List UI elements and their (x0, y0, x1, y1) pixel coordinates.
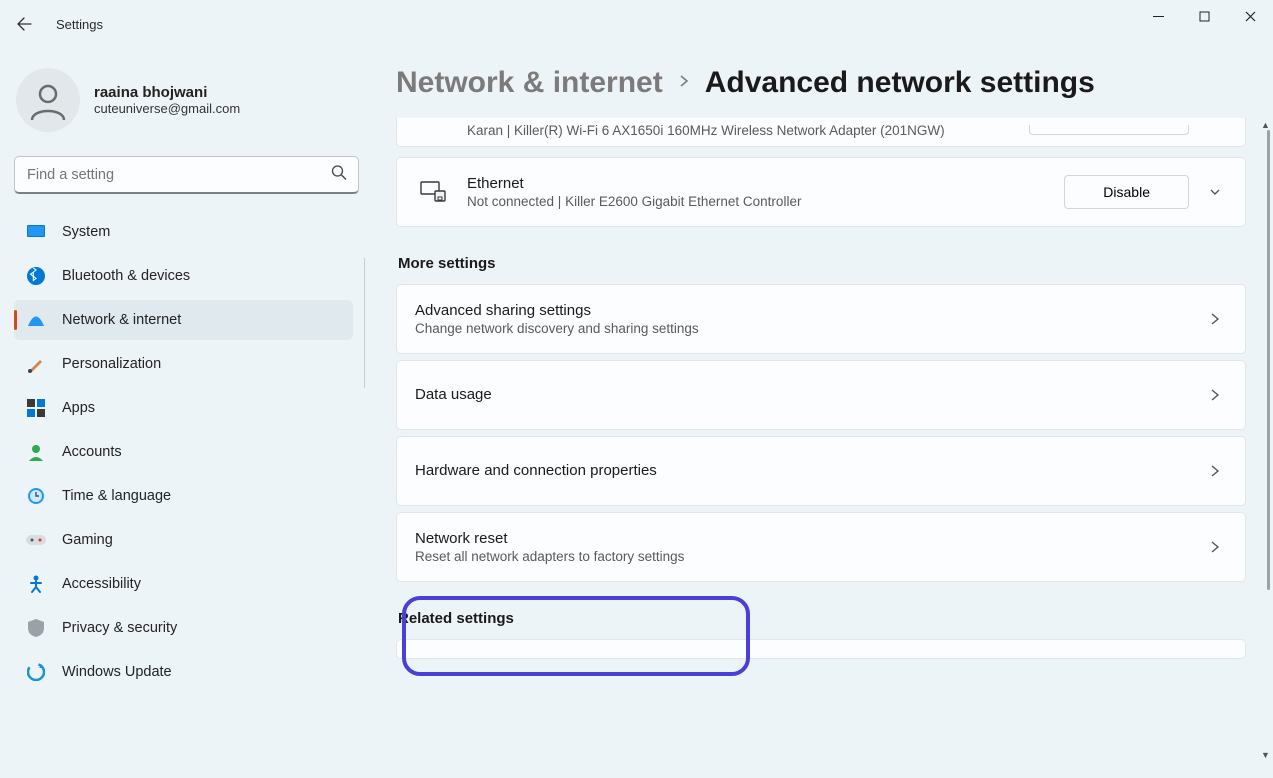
sidebar-item-windows-update[interactable]: Windows Update (14, 652, 353, 692)
sidebar-item-accounts[interactable]: Accounts (14, 432, 353, 472)
sidebar-item-accessibility[interactable]: Accessibility (14, 564, 353, 604)
sidebar-item-apps[interactable]: Apps (14, 388, 353, 428)
user-email: cuteuniverse@gmail.com (94, 101, 240, 116)
search-input[interactable] (14, 156, 359, 194)
back-arrow-icon (16, 16, 32, 32)
back-button[interactable] (0, 0, 48, 48)
chevron-right-icon (677, 74, 691, 93)
row-sub: Change network discovery and sharing set… (415, 321, 1203, 336)
sidebar-item-label: Accessibility (62, 576, 141, 592)
sidebar: raaina bhojwani cuteuniverse@gmail.com S… (0, 58, 365, 778)
disable-button-partial[interactable] (1029, 125, 1189, 135)
scrollbar-thumb[interactable] (1267, 130, 1270, 590)
accounts-icon (26, 442, 46, 462)
bluetooth-icon (26, 266, 46, 286)
sidebar-item-label: Privacy & security (62, 620, 177, 636)
chevron-right-icon (1203, 465, 1227, 477)
user-name: raaina bhojwani (94, 84, 240, 101)
breadcrumb: Network & internet Advanced network sett… (396, 66, 1246, 100)
sidebar-item-label: System (62, 224, 110, 240)
disable-ethernet-button[interactable]: Disable (1064, 175, 1189, 209)
row-title: Advanced sharing settings (415, 302, 1203, 319)
scroll-up-icon[interactable]: ▲ (1261, 120, 1271, 130)
row-title: Network reset (415, 530, 1203, 547)
sidebar-item-time-language[interactable]: Time & language (14, 476, 353, 516)
more-settings-header: More settings (398, 255, 1246, 272)
sidebar-item-network[interactable]: Network & internet (14, 300, 353, 340)
highlight-annotation (402, 596, 750, 676)
page-title: Advanced network settings (705, 66, 1095, 100)
breadcrumb-parent[interactable]: Network & internet (396, 66, 663, 100)
row-sub: Reset all network adapters to factory se… (415, 549, 1203, 564)
adapter-ethernet-sub: Not connected | Killer E2600 Gigabit Eth… (467, 194, 1064, 209)
adapter-card-ethernet[interactable]: Ethernet Not connected | Killer E2600 Gi… (396, 157, 1246, 227)
sidebar-item-label: Time & language (62, 488, 171, 504)
related-settings-row[interactable] (396, 639, 1246, 659)
apps-icon (26, 398, 46, 418)
network-icon (26, 310, 46, 330)
hardware-properties-row[interactable]: Hardware and connection properties (396, 436, 1246, 506)
chevron-right-icon (1203, 541, 1227, 553)
sidebar-item-label: Apps (62, 400, 95, 416)
avatar (16, 68, 80, 132)
data-usage-row[interactable]: Data usage (396, 360, 1246, 430)
chevron-right-icon (1203, 389, 1227, 401)
adapter-card-wifi[interactable]: Karan | Killer(R) Wi-Fi 6 AX1650i 160MHz… (396, 118, 1246, 147)
app-title: Settings (56, 17, 103, 32)
network-reset-row[interactable]: Network reset Reset all network adapters… (396, 512, 1246, 582)
adapter-ethernet-title: Ethernet (467, 175, 1064, 192)
sidebar-separator (364, 258, 365, 388)
personalization-icon (26, 354, 46, 374)
chevron-right-icon (1203, 313, 1227, 325)
chevron-down-icon[interactable] (1203, 185, 1227, 199)
time-icon (26, 486, 46, 506)
sidebar-item-bluetooth[interactable]: Bluetooth & devices (14, 256, 353, 296)
nav-list: System Bluetooth & devices Network & int… (14, 212, 365, 692)
privacy-icon (26, 618, 46, 638)
search-icon (331, 165, 347, 186)
ethernet-icon (415, 181, 451, 203)
gaming-icon (26, 530, 46, 550)
minimize-icon (1153, 11, 1164, 22)
sidebar-item-personalization[interactable]: Personalization (14, 344, 353, 384)
sidebar-item-label: Personalization (62, 356, 161, 372)
adapter-wifi-sub: Karan | Killer(R) Wi-Fi 6 AX1650i 160MHz… (467, 123, 1029, 138)
titlebar: Settings (0, 0, 1273, 48)
row-title: Hardware and connection properties (415, 462, 1203, 479)
sidebar-item-label: Bluetooth & devices (62, 268, 190, 284)
window-controls (1135, 0, 1273, 32)
system-icon (26, 222, 46, 242)
advanced-sharing-row[interactable]: Advanced sharing settings Change network… (396, 284, 1246, 354)
scroll-down-icon[interactable]: ▼ (1261, 750, 1271, 760)
row-title: Data usage (415, 386, 1203, 403)
avatar-icon (28, 80, 68, 120)
update-icon (26, 662, 46, 682)
scrollbar[interactable]: ▲ ▼ (1265, 130, 1271, 750)
sidebar-item-system[interactable]: System (14, 212, 353, 252)
sidebar-item-label: Gaming (62, 532, 113, 548)
maximize-button[interactable] (1181, 0, 1227, 32)
sidebar-item-label: Network & internet (62, 312, 181, 328)
close-icon (1245, 11, 1256, 22)
sidebar-item-label: Accounts (62, 444, 122, 460)
maximize-icon (1199, 11, 1210, 22)
sidebar-item-gaming[interactable]: Gaming (14, 520, 353, 560)
main-content: Network & internet Advanced network sett… (396, 66, 1246, 766)
user-block[interactable]: raaina bhojwani cuteuniverse@gmail.com (14, 58, 365, 150)
search-wrap (14, 156, 359, 194)
user-text: raaina bhojwani cuteuniverse@gmail.com (94, 84, 240, 116)
minimize-button[interactable] (1135, 0, 1181, 32)
close-button[interactable] (1227, 0, 1273, 32)
sidebar-item-label: Windows Update (62, 664, 172, 680)
related-settings-header: Related settings (398, 610, 1246, 627)
accessibility-icon (26, 574, 46, 594)
sidebar-item-privacy[interactable]: Privacy & security (14, 608, 353, 648)
